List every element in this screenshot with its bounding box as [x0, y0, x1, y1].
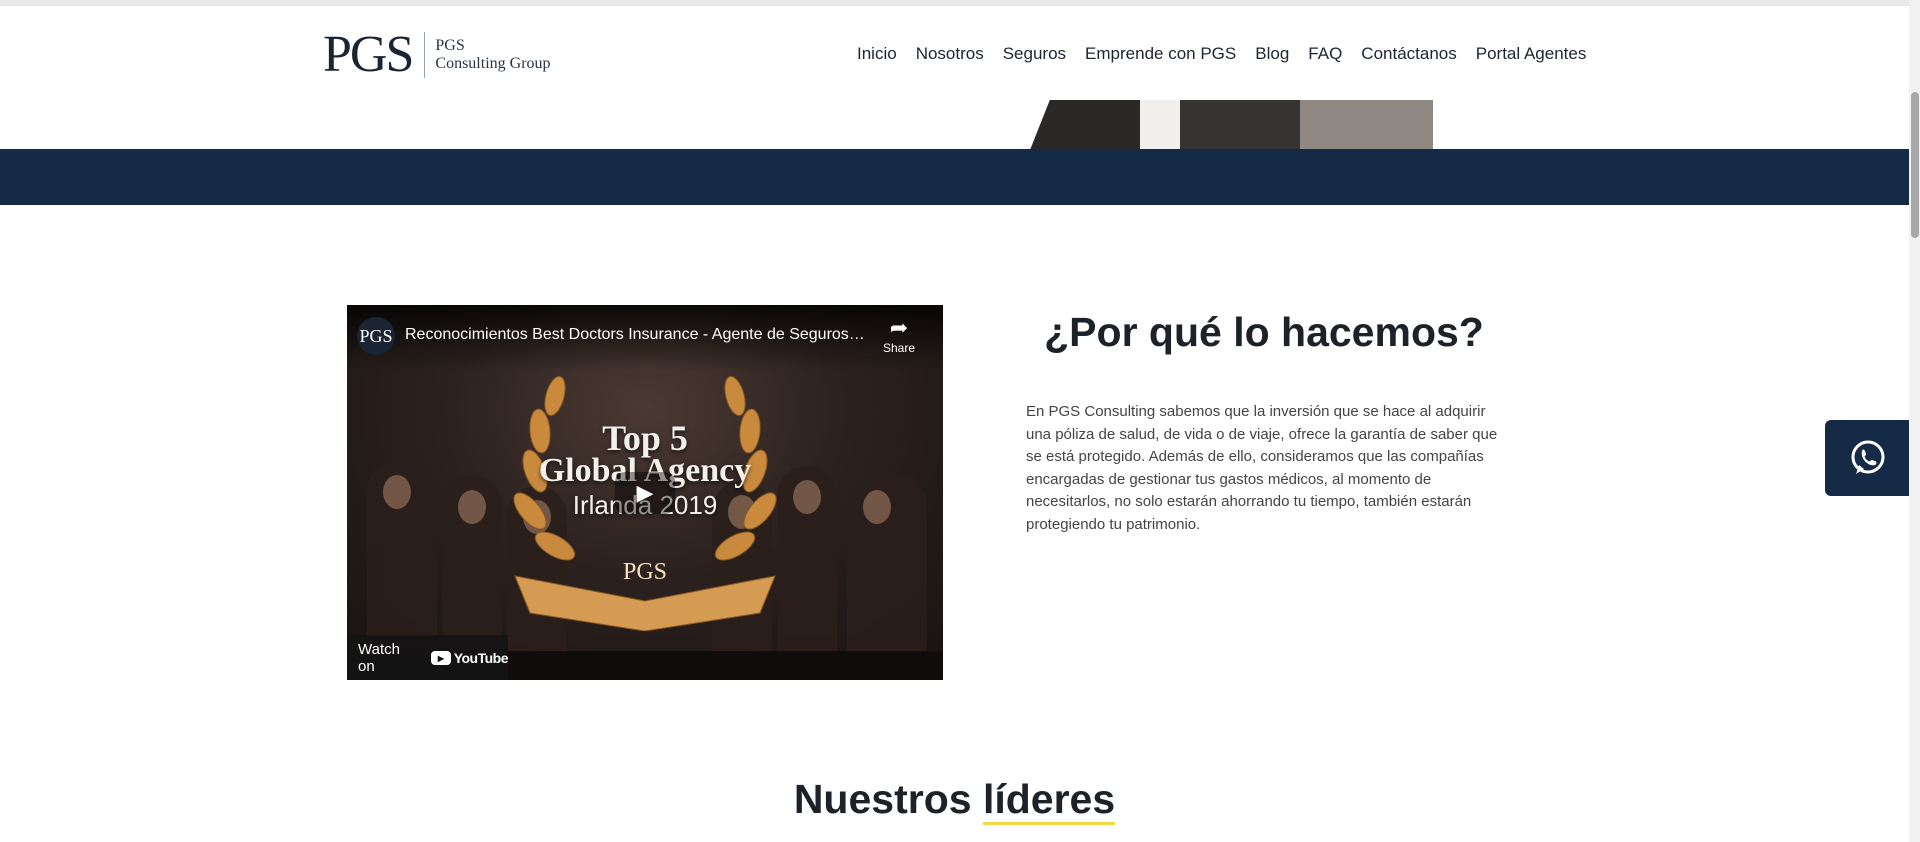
hero-person-image	[1030, 100, 1433, 150]
scrollbar-thumb[interactable]	[1911, 92, 1919, 238]
leaders-title-bold: líderes	[982, 776, 1116, 825]
nav-emprende[interactable]: Emprende con PGS	[1085, 44, 1236, 64]
watch-on-label: Watch on	[358, 641, 400, 675]
youtube-label: YouTube	[453, 650, 509, 666]
nav-nosotros[interactable]: Nosotros	[916, 44, 984, 64]
logo-line-2: Consulting Group	[435, 55, 551, 72]
nav-contactanos[interactable]: Contáctanos	[1361, 44, 1456, 64]
nav-faq[interactable]: FAQ	[1308, 44, 1342, 64]
why-section-title: ¿Por qué lo hacemos?	[1044, 309, 1484, 355]
whatsapp-button[interactable]	[1825, 420, 1910, 496]
nav-seguros[interactable]: Seguros	[1003, 44, 1066, 64]
share-label: Share	[882, 341, 916, 355]
channel-avatar[interactable]: PGS	[357, 317, 395, 355]
whatsapp-icon	[1851, 440, 1884, 474]
site-header: PGS PGS Consulting Group Inicio Nosotros…	[0, 6, 1909, 100]
play-button[interactable]: ▶	[615, 472, 675, 514]
logo-wordmark: PGS Consulting Group	[435, 37, 550, 73]
watch-on-youtube-button[interactable]: Watch on ▶ YouTube	[347, 635, 509, 680]
share-icon: ➦	[889, 315, 909, 340]
logo-mark-text: PGS	[323, 26, 414, 83]
leaders-title-regular: Nuestros	[793, 776, 972, 822]
logo-line-1: PGS	[435, 37, 465, 54]
share-button[interactable]: ➦ Share	[877, 317, 921, 357]
video-title[interactable]: Reconocimientos Best Doctors Insurance -…	[405, 326, 865, 344]
main-nav: Inicio Nosotros Seguros Emprende con PGS…	[857, 44, 1586, 64]
nav-portal-agentes[interactable]: Portal Agentes	[1476, 44, 1587, 64]
logo-divider	[424, 32, 426, 78]
navy-band	[0, 149, 1909, 205]
youtube-icon: ▶ YouTube	[430, 650, 509, 666]
logo-mark: PGS	[323, 26, 414, 83]
ribbon-text: PGS	[622, 559, 668, 585]
page-scrollbar[interactable]	[1909, 0, 1920, 842]
why-section-body: En PGS Consulting sabemos que la inversi…	[1026, 403, 1498, 533]
leaders-title: Nuestros líderes	[0, 776, 1909, 825]
nav-inicio[interactable]: Inicio	[857, 44, 897, 64]
hero-bottom	[0, 100, 1909, 150]
youtube-video-embed[interactable]: Top 5 Global Agency Irlanda 2019 PGS PGS…	[347, 305, 943, 680]
pgs-logo[interactable]: PGS PGS Consulting Group	[323, 28, 551, 82]
play-icon: ▶	[636, 480, 654, 505]
nav-blog[interactable]: Blog	[1255, 44, 1289, 64]
